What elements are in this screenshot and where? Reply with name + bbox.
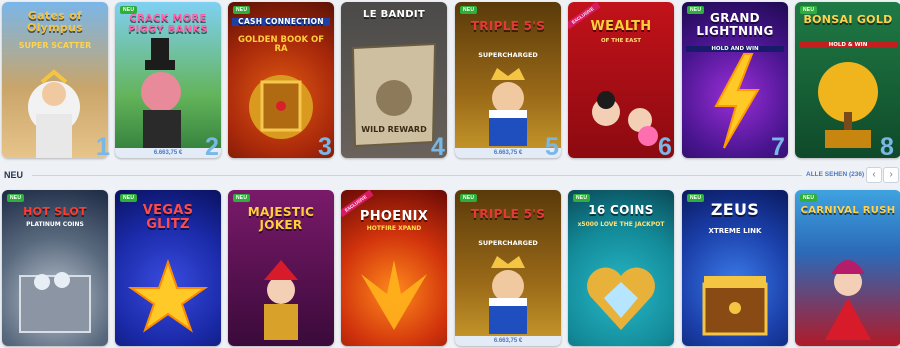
rank-number: 6 xyxy=(658,133,672,161)
rank-number: 5 xyxy=(545,133,559,161)
new-badge: NEU xyxy=(460,194,478,202)
game-title: TRIPLE 5'S xyxy=(470,207,546,221)
new-badge: NEU xyxy=(460,6,478,14)
game-title: 16 COINS xyxy=(588,203,654,217)
game-card-16-coins[interactable]: NEU 16 COINS x5000 LOVE THE JACKPOT xyxy=(568,190,674,346)
new-badge: NEU xyxy=(233,194,251,202)
game-card-hot-slot-platinum-coins[interactable]: NEU HOT SLOT PLATINUM COINS xyxy=(2,190,108,346)
section-title: NEU xyxy=(4,170,24,180)
game-subtitle: HOLD & WIN xyxy=(799,42,897,49)
game-card-triple-5s-supercharged[interactable]: NEU TRIPLE 5'S SUPERCHARGED 6.663,75 € xyxy=(455,190,561,346)
new-badge: NEU xyxy=(573,194,591,202)
game-title: LE BANDIT xyxy=(363,9,425,20)
new-badge: NEU xyxy=(687,194,705,202)
game-subtitle: OF THE EAST xyxy=(600,38,642,44)
rank-number: 3 xyxy=(318,133,332,161)
game-title: PHOENIX xyxy=(359,209,429,224)
new-badge: NEU xyxy=(120,194,138,202)
game-title: CRACK MORE PIGGY BANKS xyxy=(128,13,208,35)
new-badge: NEU xyxy=(800,194,818,202)
game-subtitle: SUPER SCATTER xyxy=(18,41,92,50)
game-title: VEGAS GLITZ xyxy=(142,203,194,232)
game-title: Gates of Olympus xyxy=(26,9,84,34)
chevron-left-icon[interactable]: ‹ xyxy=(866,167,882,183)
game-subtitle: PLATINUM COINS xyxy=(26,221,84,228)
game-title: CARNIVAL RUSH xyxy=(800,205,896,216)
section-divider xyxy=(32,175,802,176)
game-title: MAJESTIC JOKER xyxy=(247,205,315,232)
see-all-link[interactable]: ALLE SEHEN (236) xyxy=(806,171,864,178)
game-title: CASH CONNECTION xyxy=(232,18,330,26)
new-games-row: NEU HOT SLOT PLATINUM COINS NEU VEGAS GL… xyxy=(0,188,900,348)
game-subtitle: HOLD AND WIN xyxy=(686,46,784,53)
game-card-zeus-xtreme-link[interactable]: NEU ZEUS XTREME LINK xyxy=(682,190,788,346)
game-title: HOT SLOT xyxy=(23,205,87,218)
new-badge: NEU xyxy=(233,6,251,14)
game-title: WEALTH xyxy=(590,19,652,34)
game-subtitle: XTREME LINK xyxy=(708,227,762,235)
game-subtitle: HOTFIRE XPAND xyxy=(366,225,422,232)
game-card-vegas-glitz[interactable]: NEU VEGAS GLITZ xyxy=(115,190,221,346)
rank-number: 2 xyxy=(205,133,219,161)
game-subtitle: SUPERCHARGED xyxy=(478,239,538,247)
game-subtitle: x5000 LOVE THE JACKPOT xyxy=(577,221,665,228)
rank-number: 4 xyxy=(431,133,445,161)
game-title: BONSAI GOLD xyxy=(803,13,893,26)
top-games-row: Gates of Olympus SUPER SCATTER 1 NEU CRA… xyxy=(0,0,900,161)
rank-number: 7 xyxy=(771,133,785,161)
game-subtitle: WILD REWARD xyxy=(361,125,427,134)
game-title: TRIPLE 5'S xyxy=(470,19,546,33)
game-title: ZEUS xyxy=(710,200,760,219)
jackpot-amount: 6.663,75 € xyxy=(455,336,561,346)
game-card-gates-of-olympus[interactable]: Gates of Olympus SUPER SCATTER xyxy=(2,2,108,158)
game-card-carnival-rush[interactable]: NEU CARNIVAL RUSH xyxy=(795,190,900,346)
rank-number: 8 xyxy=(880,133,894,161)
game-subtitle: GOLDEN BOOK OF RA xyxy=(237,35,325,55)
game-subtitle: SUPERCHARGED xyxy=(478,51,538,59)
new-badge: NEU xyxy=(7,194,25,202)
game-card-phoenix-hotfire-xpand[interactable]: EXCLUSIVE PHOENIX HOTFIRE XPAND xyxy=(341,190,447,346)
chevron-right-icon[interactable]: › xyxy=(883,167,899,183)
game-title: GRAND LIGHTNING xyxy=(696,11,774,38)
section-header: NEU ALLE SEHEN (236) ‹ › xyxy=(0,164,900,186)
game-card-majestic-joker[interactable]: NEU MAJESTIC JOKER xyxy=(228,190,334,346)
